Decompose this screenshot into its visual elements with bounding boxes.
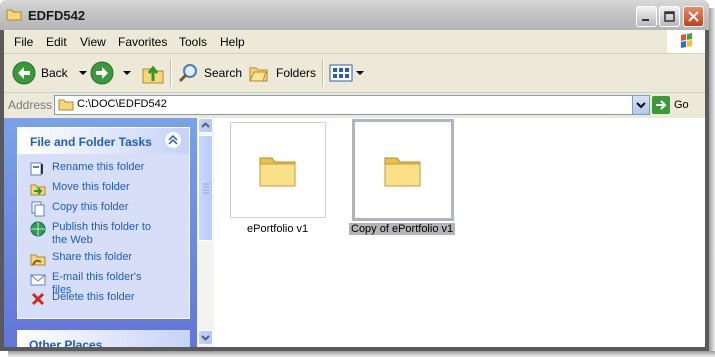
- menu-view[interactable]: View: [80, 35, 106, 49]
- folders-button[interactable]: Folders: [249, 61, 316, 85]
- task-label: Copy this folder: [52, 201, 129, 213]
- folder-icon: [259, 157, 296, 187]
- menu-edit[interactable]: Edit: [46, 35, 67, 49]
- menu-bar: File Edit View Favorites Tools Help: [4, 30, 705, 54]
- file-name: ePortfolio v1: [247, 223, 309, 235]
- maximize-icon: [664, 11, 675, 22]
- window-shadow-bottom: [8, 351, 715, 357]
- views-icon: [329, 64, 353, 82]
- grip-icon: [203, 183, 209, 194]
- move-folder-icon: [30, 184, 46, 196]
- back-label: Back: [41, 66, 68, 80]
- address-label: Address: [8, 98, 53, 112]
- task-label: Move this folder: [52, 181, 130, 193]
- chevron-up-icon: [201, 122, 210, 128]
- task-label: Rename this folder: [52, 161, 145, 173]
- chevron-down-icon: [636, 102, 646, 109]
- task-label: Delete this folder: [52, 291, 135, 303]
- go-label: Go: [674, 99, 689, 111]
- window-title: EDFD542: [28, 8, 86, 23]
- folder-icon: [58, 99, 74, 111]
- title-bar[interactable]: EDFD542: [0, 0, 709, 30]
- minimize-icon: [642, 19, 649, 21]
- task-delete[interactable]: Delete this folder: [30, 291, 162, 307]
- views-dropdown-icon[interactable]: [355, 68, 365, 78]
- toolbar-separator: [170, 59, 172, 87]
- back-arrow-icon: [12, 61, 36, 85]
- forward-button[interactable]: [90, 61, 134, 85]
- folder-icon: [6, 9, 22, 21]
- scroll-thumb[interactable]: [198, 135, 213, 241]
- address-dropdown-button[interactable]: [632, 96, 649, 114]
- menu-file[interactable]: File: [14, 35, 33, 49]
- address-path: C:\DOC\EDFD542: [77, 98, 167, 110]
- windows-logo: [667, 30, 705, 53]
- search-icon: [178, 64, 197, 83]
- folders-label: Folders: [276, 66, 317, 80]
- menu-tools[interactable]: Tools: [179, 35, 207, 49]
- windows-flag-icon: [681, 33, 692, 48]
- toolbar: Back Search Folders: [4, 54, 705, 93]
- folder-icon: [384, 157, 421, 187]
- search-label: Search: [204, 66, 243, 80]
- delete-x-icon: [31, 292, 45, 306]
- address-input[interactable]: C:\DOC\EDFD542: [54, 95, 650, 115]
- task-pane: File and Folder Tasks Rename this folder…: [4, 118, 197, 347]
- other-places-panel[interactable]: Other Places: [17, 330, 190, 347]
- rename-icon: [30, 162, 43, 176]
- left-pane-scrollbar[interactable]: [197, 118, 214, 347]
- chevron-up-double-icon: [168, 134, 178, 145]
- up-folder-button[interactable]: [141, 61, 165, 85]
- copy-icon: [31, 201, 45, 217]
- panel-title: File and Folder Tasks: [30, 135, 152, 149]
- back-dropdown-icon[interactable]: [76, 68, 90, 78]
- menu-help[interactable]: Help: [220, 35, 245, 49]
- share-folder-icon: [30, 254, 46, 266]
- task-rename[interactable]: Rename this folder: [30, 161, 162, 177]
- forward-dropdown-icon[interactable]: [120, 68, 134, 78]
- folders-icon: [249, 67, 268, 82]
- forward-arrow-icon: [90, 61, 114, 85]
- scroll-up-button[interactable]: [198, 118, 213, 133]
- views-button[interactable]: [329, 61, 365, 85]
- address-bar: Address C:\DOC\EDFD542 Go: [4, 93, 705, 117]
- panel-header[interactable]: File and Folder Tasks: [18, 128, 189, 154]
- task-move[interactable]: Move this folder: [30, 181, 162, 197]
- collapse-button[interactable]: [164, 131, 182, 149]
- file-name: Copy of ePortfolio v1: [349, 223, 456, 235]
- minimize-button[interactable]: [636, 6, 657, 27]
- menu-favorites[interactable]: Favorites: [118, 35, 167, 49]
- task-label: Publish this folder to the Web: [52, 221, 152, 246]
- email-icon: [30, 274, 46, 286]
- back-button[interactable]: Back: [12, 61, 90, 85]
- scroll-down-button[interactable]: [198, 330, 213, 345]
- task-share[interactable]: Share this folder: [30, 251, 162, 267]
- file-folder-tasks-panel: File and Folder Tasks Rename this folder…: [17, 127, 190, 319]
- search-button[interactable]: Search: [177, 61, 242, 85]
- close-button[interactable]: [683, 6, 704, 27]
- file-view[interactable]: ePortfolio v1 Copy of ePortfolio v1: [214, 118, 705, 347]
- task-copy[interactable]: Copy this folder: [30, 201, 162, 217]
- maximize-button[interactable]: [659, 6, 680, 27]
- task-publish[interactable]: Publish this folder to the Web: [30, 221, 162, 247]
- go-arrow-icon: [652, 96, 670, 114]
- close-icon: [688, 11, 699, 22]
- window-shadow-right: [709, 8, 715, 357]
- globe-icon: [30, 221, 46, 237]
- task-label: Share this folder: [52, 251, 133, 263]
- toolbar-separator: [322, 59, 324, 87]
- chevron-down-icon: [201, 335, 210, 341]
- go-button[interactable]: Go: [652, 96, 689, 114]
- up-folder-icon: [142, 65, 164, 84]
- panel-title: Other Places: [29, 338, 103, 347]
